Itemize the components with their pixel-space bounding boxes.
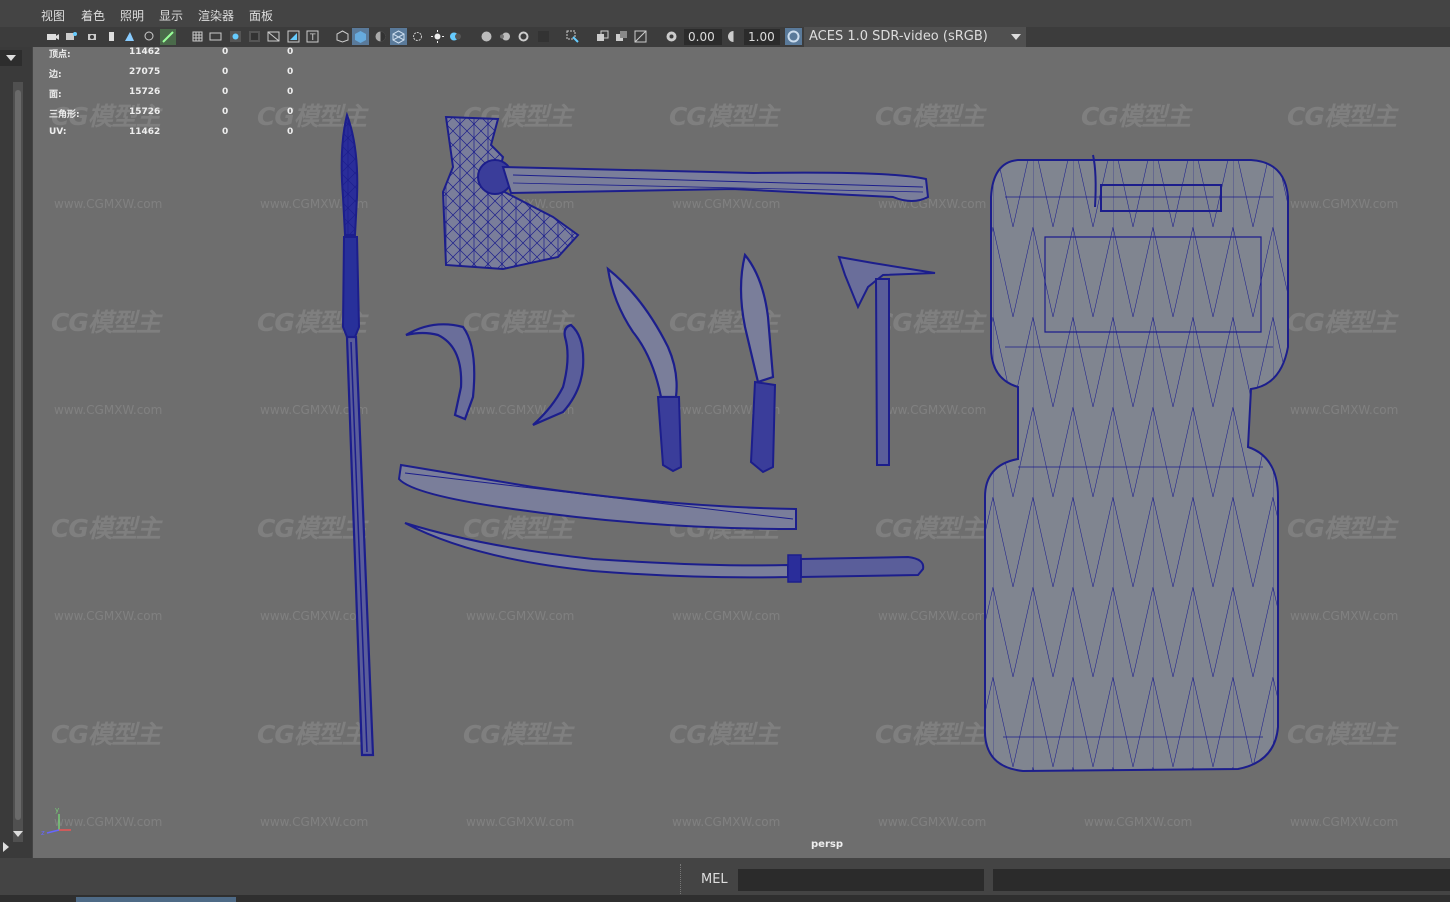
gamma-icon[interactable]	[727, 30, 740, 43]
safe-title-icon[interactable]: T	[306, 30, 319, 43]
shield-mesh[interactable]	[983, 154, 1289, 773]
weapons-mesh-view[interactable]: y z	[33, 47, 1450, 858]
hud-label-uv: UV:	[49, 127, 67, 137]
color-space-dropdown[interactable]: ACES 1.0 SDR-video (sRGB)	[804, 27, 1026, 47]
command-result-field	[993, 869, 1450, 891]
hud-value: 0	[222, 87, 229, 97]
scroll-right-icon[interactable]	[2, 842, 10, 852]
hud-value: 0	[222, 47, 229, 57]
karambit-mesh[interactable]	[532, 323, 585, 427]
lights-icon[interactable]	[431, 30, 444, 43]
axis-gizmo-icon: y z	[41, 806, 71, 837]
bookmark-camera-icon[interactable]	[86, 30, 99, 43]
camera-name-label: persp	[811, 839, 843, 850]
svg-text:y: y	[55, 806, 59, 814]
hud-label-faces: 面:	[49, 90, 62, 100]
grid-snap-icon[interactable]	[143, 30, 156, 43]
hud-value: 11462	[129, 127, 161, 137]
menu-view[interactable]: 视图	[41, 7, 65, 24]
wireframe-on-shaded-icon[interactable]	[390, 28, 407, 45]
grid-icon[interactable]	[191, 30, 204, 43]
mel-command-input[interactable]	[738, 869, 984, 891]
kukri-knife-mesh[interactable]	[606, 266, 683, 473]
camera-attributes-icon[interactable]	[65, 30, 78, 43]
menu-show[interactable]: 显示	[159, 7, 183, 24]
scroll-down-icon[interactable]	[13, 830, 23, 838]
exposure-field[interactable]: 0.00	[684, 29, 722, 45]
two-sided-lighting-icon[interactable]	[596, 30, 609, 43]
hud-label-triangles: 三角形:	[49, 110, 80, 120]
scrollbar-thumb[interactable]	[15, 90, 21, 820]
gate-mask-icon[interactable]	[248, 30, 261, 43]
anti-alias-icon[interactable]	[517, 30, 530, 43]
depth-of-field-icon[interactable]	[537, 30, 550, 43]
svg-text:T: T	[309, 33, 316, 43]
grease-pencil-icon[interactable]	[160, 29, 176, 45]
menu-panels[interactable]: 面板	[249, 7, 273, 24]
menu-lighting[interactable]: 照明	[120, 7, 144, 24]
shadows-icon[interactable]	[449, 30, 462, 43]
motion-blur-icon[interactable]	[499, 30, 512, 43]
isolate-select-icon[interactable]	[566, 30, 579, 43]
screen-space-ao-icon[interactable]	[480, 30, 493, 43]
hud-value: 11462	[129, 47, 161, 57]
select-camera-icon[interactable]	[46, 30, 60, 43]
color-space-value: ACES 1.0 SDR-video (sRGB)	[809, 29, 988, 44]
tomahawk-mesh[interactable]	[837, 255, 936, 466]
field-chart-icon[interactable]	[267, 30, 280, 43]
chevron-down-icon[interactable]	[1009, 30, 1023, 43]
xray-icon[interactable]	[411, 30, 424, 43]
hud-value: 0	[287, 47, 294, 57]
hud-value: 0	[287, 107, 294, 117]
hud-value: 27075	[129, 67, 161, 77]
hud-value: 0	[222, 107, 229, 117]
color-management-icon[interactable]	[785, 28, 802, 45]
default-material-icon[interactable]	[374, 30, 387, 43]
status-bar	[0, 895, 1450, 902]
status-bar-highlight	[76, 897, 236, 902]
hud-value: 0	[222, 127, 229, 137]
divider	[680, 864, 685, 894]
hud-label-edges: 边:	[49, 70, 62, 80]
bookmark-icon[interactable]	[105, 30, 118, 43]
chevron-down-icon	[6, 55, 16, 61]
scabbard-mesh[interactable]	[397, 463, 797, 531]
film-gate-icon[interactable]	[209, 30, 222, 43]
battle-axe-mesh[interactable]	[441, 115, 930, 271]
backface-culling-icon[interactable]	[615, 30, 628, 43]
hud-value: 0	[287, 67, 294, 77]
smooth-shade-icon[interactable]	[352, 28, 369, 45]
panel-menu-button[interactable]	[0, 50, 22, 66]
machete-knife-mesh[interactable]	[739, 252, 777, 474]
menu-shading[interactable]: 着色	[81, 7, 105, 24]
hud-value: 0	[287, 87, 294, 97]
camera-frustum-icon[interactable]	[634, 30, 647, 43]
hud-value: 15726	[129, 107, 161, 117]
mel-label[interactable]: MEL	[701, 872, 728, 887]
hud-value: 0	[287, 127, 294, 137]
spear-mesh[interactable]	[340, 111, 375, 757]
resolution-gate-icon[interactable]	[229, 30, 242, 43]
3d-viewport[interactable]: CG模型主 www.CGMXW.com CG模型主 www.CGMXW.com CG模型…	[33, 47, 1450, 858]
svg-text:z: z	[41, 829, 45, 837]
safe-action-icon[interactable]	[287, 30, 300, 43]
sword-mesh[interactable]	[404, 522, 925, 583]
hud-value: 15726	[129, 87, 161, 97]
image-plane-icon[interactable]	[123, 30, 136, 43]
viewport-menu-bar: 视图 着色 照明 显示 渲染器 面板	[0, 0, 1450, 27]
sickle-blade-mesh[interactable]	[405, 323, 476, 421]
exposure-icon[interactable]	[665, 30, 678, 43]
left-scroll-strip	[0, 47, 32, 858]
gamma-field[interactable]: 1.00	[744, 29, 780, 45]
viewport-toolbar: T 0.00 1.00 ACES 1.0 SDR-video (sRGB)	[0, 27, 1450, 47]
hud-value: 0	[222, 67, 229, 77]
vertical-scrollbar[interactable]	[13, 82, 23, 842]
menu-renderer[interactable]: 渲染器	[198, 7, 234, 24]
hud-label-vertices: 顶点:	[49, 50, 71, 60]
wireframe-icon[interactable]	[336, 30, 349, 43]
